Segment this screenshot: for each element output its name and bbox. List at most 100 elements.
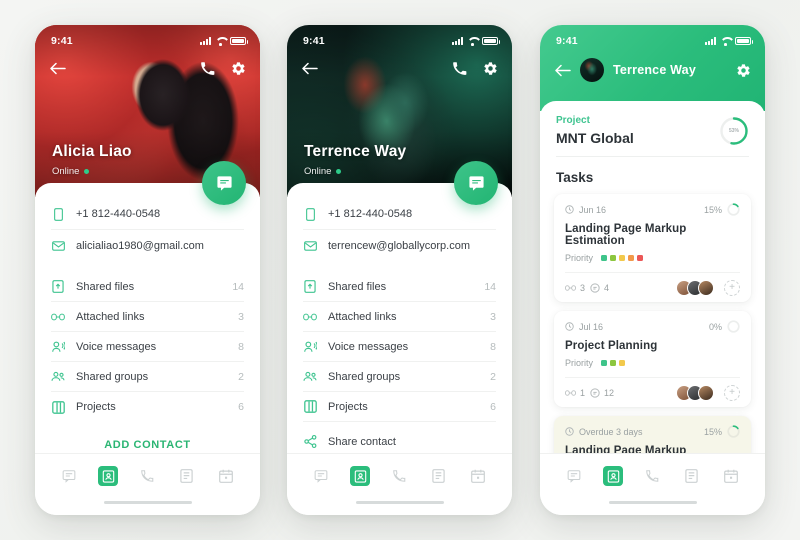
stat-row-shared-groups[interactable]: Shared groups 2 [303, 362, 496, 392]
call-icon[interactable] [452, 61, 467, 76]
call-icon[interactable] [200, 61, 215, 76]
nav-list-icon[interactable] [177, 466, 197, 486]
task-priority: Priority [565, 253, 740, 272]
nav-contacts-icon[interactable] [603, 466, 624, 486]
share-contact-row[interactable]: Share contact [303, 422, 496, 452]
stat-label: Projects [328, 400, 368, 413]
priority-dots [601, 255, 644, 261]
contact-email-value: alicialiao1980@gmail.com [76, 239, 204, 252]
signal-icon [452, 37, 463, 45]
message-fab-button[interactable] [454, 161, 498, 205]
stat-row-voice-messages[interactable]: Voice messages 8 [51, 332, 244, 362]
nav-phone-icon[interactable] [137, 466, 157, 486]
contact-status: Online [304, 166, 342, 177]
stat-label: Voice messages [76, 340, 157, 353]
contact-name: Terrence Way [304, 143, 407, 160]
stat-count: 8 [490, 340, 496, 353]
stat-row-shared-files[interactable]: Shared files 14 [303, 272, 496, 302]
task-assignees[interactable] [676, 279, 714, 296]
stat-count: 8 [238, 340, 244, 353]
group-icon [303, 371, 317, 382]
message-fab-button[interactable] [202, 161, 246, 205]
stat-row-shared-files[interactable]: Shared files 14 [51, 272, 244, 302]
task-date: Overdue 3 days [565, 427, 704, 437]
stat-row-voice-messages[interactable]: Voice messages 8 [303, 332, 496, 362]
battery-icon [735, 37, 753, 45]
comment-icon [590, 282, 600, 293]
link-icon [303, 313, 317, 321]
stat-count: 3 [238, 310, 244, 323]
back-icon[interactable] [50, 62, 66, 75]
online-dot-icon [336, 169, 342, 174]
stat-row-shared-groups[interactable]: Shared groups 2 [51, 362, 244, 392]
nav-calendar-icon[interactable] [721, 466, 741, 486]
nav-phone-icon[interactable] [642, 466, 662, 486]
nav-contacts-icon[interactable] [350, 466, 371, 486]
priority-dots [601, 360, 626, 366]
wifi-icon [467, 37, 478, 46]
task-percent: 0% [708, 321, 722, 332]
stat-row-attached-links[interactable]: Attached links 3 [51, 302, 244, 332]
settings-gear-icon[interactable] [483, 61, 498, 76]
nav-list-icon[interactable] [682, 466, 702, 486]
home-indicator [103, 500, 192, 504]
home-indicator [355, 500, 444, 504]
status-bar-time: 9:41 [51, 35, 73, 47]
nav-contacts-icon[interactable] [98, 466, 119, 486]
contact-status-label: Online [52, 166, 80, 177]
battery-icon [482, 37, 500, 45]
nav-calendar-icon[interactable] [216, 466, 236, 486]
contact-email-row[interactable]: alicialiao1980@gmail.com [51, 230, 244, 261]
task-assignees[interactable] [676, 384, 714, 401]
back-icon[interactable] [555, 64, 571, 77]
contact-phone-value: +1 812-440-0548 [328, 208, 413, 220]
home-indicator [608, 500, 697, 504]
task-comments: 12 [590, 388, 614, 398]
add-assignee-button[interactable]: + [724, 279, 740, 296]
priority-dot [610, 255, 617, 261]
share-icon [303, 435, 317, 448]
back-icon[interactable] [302, 62, 318, 75]
stat-row-attached-links[interactable]: Attached links 3 [303, 302, 496, 332]
nav-chat-icon[interactable] [564, 466, 584, 486]
contact-email-row[interactable]: terrencew@globallycorp.com [303, 230, 496, 261]
rows-divider-gap [51, 261, 244, 272]
clock-icon [565, 427, 574, 436]
status-bar-time: 9:41 [303, 35, 325, 47]
contact-rows: +1 812-440-0548 alicialiao1980@gmail.com… [35, 183, 260, 422]
stat-label: Shared files [76, 280, 135, 293]
priority-dot [619, 255, 626, 261]
stat-row-projects[interactable]: Projects 6 [303, 392, 496, 422]
email-icon [51, 240, 65, 251]
nav-phone-icon[interactable] [389, 466, 409, 486]
stat-count: 14 [232, 280, 244, 293]
task-title: Landing Page Markup Estimation [565, 223, 687, 247]
nav-list-icon[interactable] [429, 466, 449, 486]
settings-gear-icon[interactable] [231, 61, 246, 76]
email-icon [303, 240, 317, 251]
contact-phone-row[interactable]: +1 812-440-0548 [303, 199, 496, 230]
status-bar: 9:41 [540, 25, 765, 51]
link-icon [565, 389, 576, 396]
mobile-icon [51, 207, 65, 221]
avatar[interactable] [580, 58, 604, 82]
project-progress-ring: 53% [719, 116, 749, 146]
stat-row-projects[interactable]: Projects 6 [51, 392, 244, 422]
status-bar-time: 9:41 [556, 35, 578, 47]
stat-label: Attached links [76, 310, 145, 323]
task-card[interactable]: Jul 16 0% Project Planning Priority 1 12… [554, 311, 751, 407]
stat-count: 2 [490, 370, 496, 383]
task-links-count: 1 [580, 387, 586, 398]
task-card[interactable]: Jun 16 15% Landing Page Markup Estimatio… [554, 194, 751, 302]
battery-icon [230, 37, 248, 45]
task-date-label: Jun 16 [579, 204, 607, 215]
contact-phone-row[interactable]: +1 812-440-0548 [51, 199, 244, 230]
task-title: Project Planning [565, 340, 658, 352]
nav-chat-icon[interactable] [59, 466, 79, 486]
wifi-icon [720, 37, 731, 46]
nav-calendar-icon[interactable] [468, 466, 488, 486]
add-assignee-button[interactable]: + [724, 384, 740, 401]
settings-gear-icon[interactable] [736, 63, 751, 78]
nav-chat-icon[interactable] [311, 466, 331, 486]
priority-dot [637, 255, 644, 261]
